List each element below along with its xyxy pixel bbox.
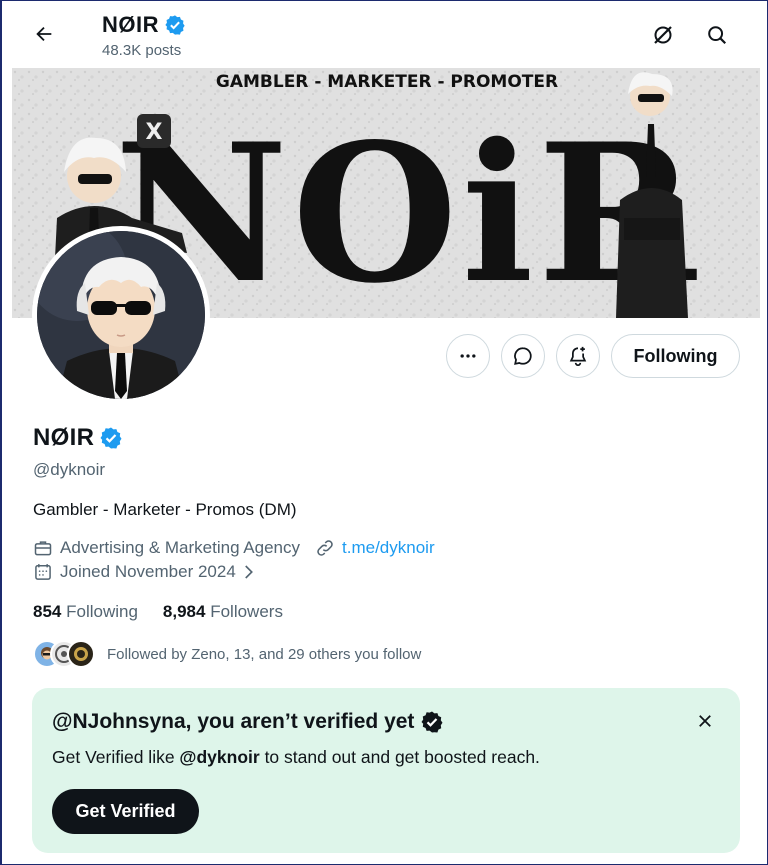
followers-you-know-avatars: [33, 640, 95, 668]
close-icon: [699, 715, 711, 727]
get-verified-card: @NJohnsyna, you aren’t verified yet Get …: [32, 688, 740, 853]
verify-title-row: @NJohnsyna, you aren’t verified yet: [52, 710, 444, 734]
page-title: NØIR: [102, 12, 159, 37]
more-dots-icon: [460, 354, 476, 358]
link-icon: [315, 538, 335, 558]
verify-desc-prefix: Get Verified like: [52, 747, 180, 767]
svg-text:X: X: [146, 120, 163, 145]
followed-by-row[interactable]: Followed by Zeno, 13, and 29 others you …: [33, 640, 421, 668]
message-button[interactable]: [501, 334, 545, 378]
followed-by-text: Followed by Zeno, 13, and 29 others you …: [107, 645, 422, 663]
search-button[interactable]: [700, 18, 734, 52]
profile-joined-row[interactable]: Joined November 2024: [33, 562, 265, 582]
followers-count: 8,984: [162, 602, 206, 621]
more-options-button[interactable]: [446, 334, 490, 378]
following-label: Following: [66, 602, 138, 621]
profile-avatar[interactable]: [32, 226, 210, 404]
verify-description: Get Verified like @dyknoir to stand out …: [52, 747, 540, 768]
mini-avatar: [67, 640, 95, 668]
briefcase-icon: [33, 538, 53, 558]
chevron-right-icon: [238, 562, 258, 582]
profile-name: NØIR: [33, 424, 95, 451]
notifications-button[interactable]: [556, 334, 600, 378]
followers-label: Followers: [210, 602, 283, 621]
chat-bubble-icon: [514, 347, 532, 365]
profile-meta-row: Advertising & Marketing Agency t.me/dykn…: [33, 538, 435, 558]
header-title-block: NØIR 48.3K posts: [102, 12, 186, 59]
following-button[interactable]: Following: [611, 334, 740, 378]
profile-joined: Joined November 2024: [60, 562, 236, 581]
verified-badge-icon: [165, 15, 185, 35]
grok-icon: [654, 26, 672, 44]
x-logo-badge: X: [137, 114, 171, 148]
search-icon: [708, 26, 727, 45]
get-verified-button[interactable]: Get Verified: [52, 789, 199, 834]
calendar-icon: [33, 562, 53, 582]
followers-stat[interactable]: 8,984 Followers: [163, 602, 283, 622]
top-bar: NØIR 48.3K posts: [12, 8, 760, 68]
verify-title: @NJohnsyna, you aren’t verified yet: [52, 710, 415, 733]
avatar-image: [37, 231, 205, 399]
arrow-left-icon: [36, 26, 52, 42]
following-count: 854: [33, 602, 62, 621]
back-button[interactable]: [26, 16, 62, 52]
profile-link[interactable]: t.me/dyknoir: [342, 538, 435, 558]
verify-desc-handle: @dyknoir: [179, 747, 260, 767]
bell-plus-icon: [569, 346, 587, 367]
grok-button[interactable]: [646, 18, 680, 52]
profile-bio: Gambler - Marketer - Promos (DM): [33, 500, 297, 519]
profile-category: Advertising & Marketing Agency: [60, 538, 301, 557]
profile-name-row: NØIR: [33, 424, 123, 452]
verified-badge-icon[interactable]: [99, 426, 123, 450]
following-stat[interactable]: 854 Following: [33, 602, 138, 622]
post-count: 48.3K posts: [102, 42, 182, 59]
verify-desc-suffix: to stand out and get boosted reach.: [259, 747, 540, 767]
profile-handle: @dyknoir: [33, 460, 106, 479]
follow-stats: 854 Following 8,984 Followers: [33, 602, 283, 622]
verify-close-button[interactable]: [690, 706, 720, 736]
verified-badge-dark-icon: [421, 711, 443, 733]
banner-tagline: GAMBLER - MARKETER - PROMOTER: [216, 72, 558, 92]
